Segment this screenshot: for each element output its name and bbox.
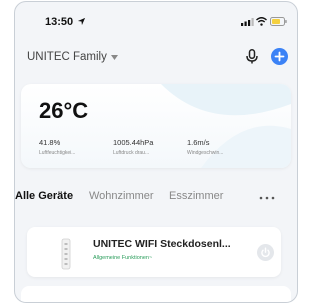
device-functions-link[interactable]: Allgemeine Funktionen~ (93, 255, 152, 261)
tab-dining-room[interactable]: Esszimmer (169, 190, 223, 202)
status-time: 13:50 (45, 16, 74, 28)
next-card-partial (21, 286, 291, 302)
caret-down-icon (110, 54, 118, 60)
status-bar: 13:50 (15, 2, 297, 36)
power-icon (261, 247, 270, 258)
add-device-button[interactable] (271, 48, 288, 65)
location-arrow-icon (77, 17, 86, 26)
pressure-value: 1005.44hPa (113, 138, 154, 147)
more-icon[interactable] (259, 196, 275, 200)
family-name: UNITEC Family (27, 51, 107, 63)
room-tabs: Alle Geräte Wohnzimmer Esszimmer (15, 190, 297, 206)
device-card[interactable]: UNITEC WIFI Steckdosenl... Allgemeine Fu… (27, 227, 281, 277)
weather-card[interactable]: 26°C 41.8% Luftfeuchtigkei... 1005.44hPa… (21, 84, 291, 168)
device-name: UNITEC WIFI Steckdosenl... (93, 238, 231, 250)
phone-screen: 13:50 UNITEC Family 26°C 41.8% Luftfeuch… (14, 1, 298, 303)
power-button[interactable] (257, 244, 274, 261)
plus-icon (274, 51, 285, 62)
humidity-metric: 41.8% Luftfeuchtigkei... (39, 138, 75, 156)
signal-icon (241, 18, 254, 26)
humidity-value: 41.8% (39, 138, 61, 147)
temperature-value: 26°C (39, 98, 89, 123)
smart-plug-icon (61, 238, 71, 270)
tab-all-devices[interactable]: Alle Geräte (15, 190, 73, 202)
wind-label: Windgeschwin... (187, 150, 224, 156)
pressure-metric: 1005.44hPa Luftdruck drau... (113, 138, 153, 156)
wind-metric: 1.6m/s Windgeschwin... (187, 138, 223, 156)
family-selector[interactable]: UNITEC Family (27, 51, 118, 63)
microphone-icon[interactable] (245, 49, 259, 64)
pressure-label: Luftdruck drau... (113, 150, 150, 156)
wind-value: 1.6m/s (187, 138, 210, 147)
humidity-label: Luftfeuchtigkei... (39, 150, 76, 156)
wifi-icon (256, 17, 267, 26)
tab-living-room[interactable]: Wohnzimmer (89, 190, 154, 202)
battery-icon (270, 17, 287, 26)
